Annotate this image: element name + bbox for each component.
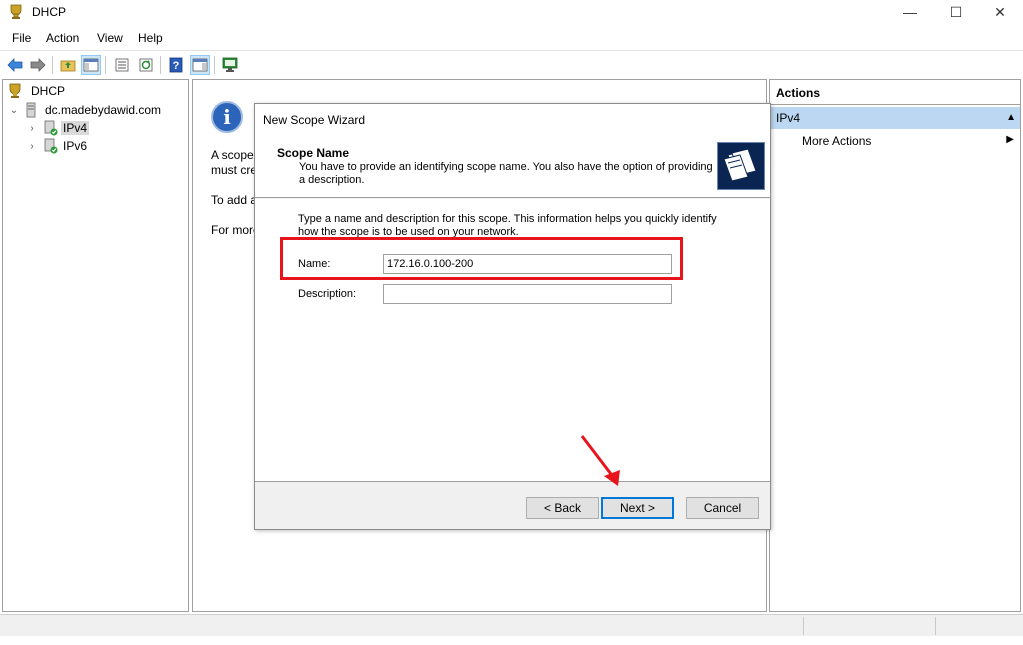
description-label: Description: — [298, 288, 357, 300]
title-bar: DHCP — ☐ ✕ — [0, 0, 1023, 26]
maximize-button[interactable]: ☐ — [933, 0, 979, 26]
up-folder-icon — [60, 60, 76, 72]
refresh-icon — [139, 58, 153, 72]
tree-item-server[interactable]: ⌄ dc.madebydawid.com — [9, 101, 163, 119]
submenu-arrow-icon: ▶ — [1006, 134, 1014, 145]
back-button[interactable] — [5, 55, 25, 75]
help-button[interactable]: ? — [166, 55, 186, 75]
properties-button[interactable] — [112, 55, 132, 75]
forward-arrow-icon — [30, 58, 46, 72]
server-button[interactable] — [220, 55, 240, 75]
forward-button[interactable] — [28, 55, 48, 75]
tree-item-ipv4[interactable]: › IPv4 — [27, 119, 90, 137]
status-divider — [935, 617, 936, 635]
toolbar-separator — [105, 56, 106, 74]
ipv4-scope-icon — [44, 120, 58, 136]
info-text-line: must cre — [211, 163, 258, 177]
menu-view[interactable]: View — [97, 31, 123, 45]
chevron-right-icon[interactable]: › — [27, 123, 37, 134]
divider — [255, 481, 770, 482]
info-text-line: For more — [211, 223, 260, 237]
toolbar-separator — [214, 56, 215, 74]
description-input[interactable] — [383, 284, 672, 304]
status-bar — [0, 614, 1023, 636]
help-icon: ? — [169, 57, 183, 73]
toolbar-separator — [52, 56, 53, 74]
svg-text:?: ? — [173, 60, 180, 72]
properties-icon — [115, 58, 129, 72]
menu-action[interactable]: Action — [46, 31, 79, 45]
new-scope-wizard-dialog: New Scope Wizard Scope Name You have to … — [254, 103, 771, 530]
page-description: You have to provide an identifying scope… — [299, 161, 713, 186]
cancel-button[interactable]: Cancel — [686, 497, 759, 519]
status-divider — [803, 617, 804, 635]
actions-section-ipv4[interactable]: IPv4 ▲ — [770, 107, 1020, 129]
wizard-folders-icon — [717, 142, 765, 190]
dialog-title: New Scope Wizard — [255, 104, 770, 136]
info-icon: i — [211, 101, 243, 133]
divider — [770, 104, 1020, 105]
back-button[interactable]: < Back — [526, 497, 599, 519]
intro-text: Type a name and description for this sco… — [298, 213, 717, 238]
tree-label-dhcp: DHCP — [31, 84, 66, 98]
tree-label-server: dc.madebydawid.com — [45, 103, 162, 117]
info-text-line: A scope — [211, 148, 254, 162]
menu-bar: File Action View Help — [0, 28, 1023, 48]
wizard-header: Scope Name You have to provide an identi… — [255, 136, 770, 198]
actions-section-label: IPv4 — [776, 111, 801, 125]
info-text-line: To add a — [211, 193, 258, 207]
console-tree: DHCP ⌄ dc.madebydawid.com › IPv4 › IPv6 — [2, 79, 189, 612]
actions-title: Actions — [776, 86, 821, 100]
tree-label-ipv4: IPv4 — [61, 121, 90, 135]
dhcp-app-icon — [10, 4, 22, 19]
more-actions-item[interactable]: More Actions — [802, 134, 871, 148]
server-icon — [26, 102, 36, 118]
ipv6-scope-icon — [44, 138, 58, 154]
show-hide-console-tree-button[interactable] — [81, 55, 101, 75]
chevron-down-icon[interactable]: ⌄ — [9, 105, 19, 116]
show-hide-console-tree-icon — [83, 58, 99, 72]
red-arrow-annotation — [580, 435, 620, 486]
window-title: DHCP — [32, 5, 67, 19]
close-button[interactable]: ✕ — [977, 0, 1023, 26]
refresh-button[interactable] — [136, 55, 156, 75]
show-hide-action-pane-icon — [192, 58, 208, 72]
menu-help[interactable]: Help — [138, 31, 163, 45]
highlight-box-annotation — [280, 237, 683, 280]
server-monitor-icon — [222, 57, 238, 72]
toolbar-separator — [160, 56, 161, 74]
menu-file[interactable]: File — [12, 31, 31, 45]
chevron-right-icon[interactable]: › — [27, 141, 37, 152]
collapse-arrow-icon[interactable]: ▲ — [1006, 107, 1016, 129]
minimize-button[interactable]: — — [887, 0, 933, 26]
page-heading: Scope Name — [277, 146, 350, 160]
tree-label-ipv6: IPv6 — [63, 139, 88, 153]
toolbar: ? — [0, 50, 1023, 78]
tree-item-ipv6[interactable]: › IPv6 — [27, 137, 89, 155]
show-hide-action-pane-button[interactable] — [190, 55, 210, 75]
actions-pane: Actions IPv4 ▲ More Actions ▶ — [769, 79, 1021, 612]
dhcp-trophy-icon — [9, 83, 21, 98]
up-one-level-button[interactable] — [58, 55, 78, 75]
next-button[interactable]: Next > — [601, 497, 674, 519]
back-arrow-icon — [7, 58, 23, 72]
tree-item-dhcp[interactable]: DHCP — [7, 82, 67, 100]
